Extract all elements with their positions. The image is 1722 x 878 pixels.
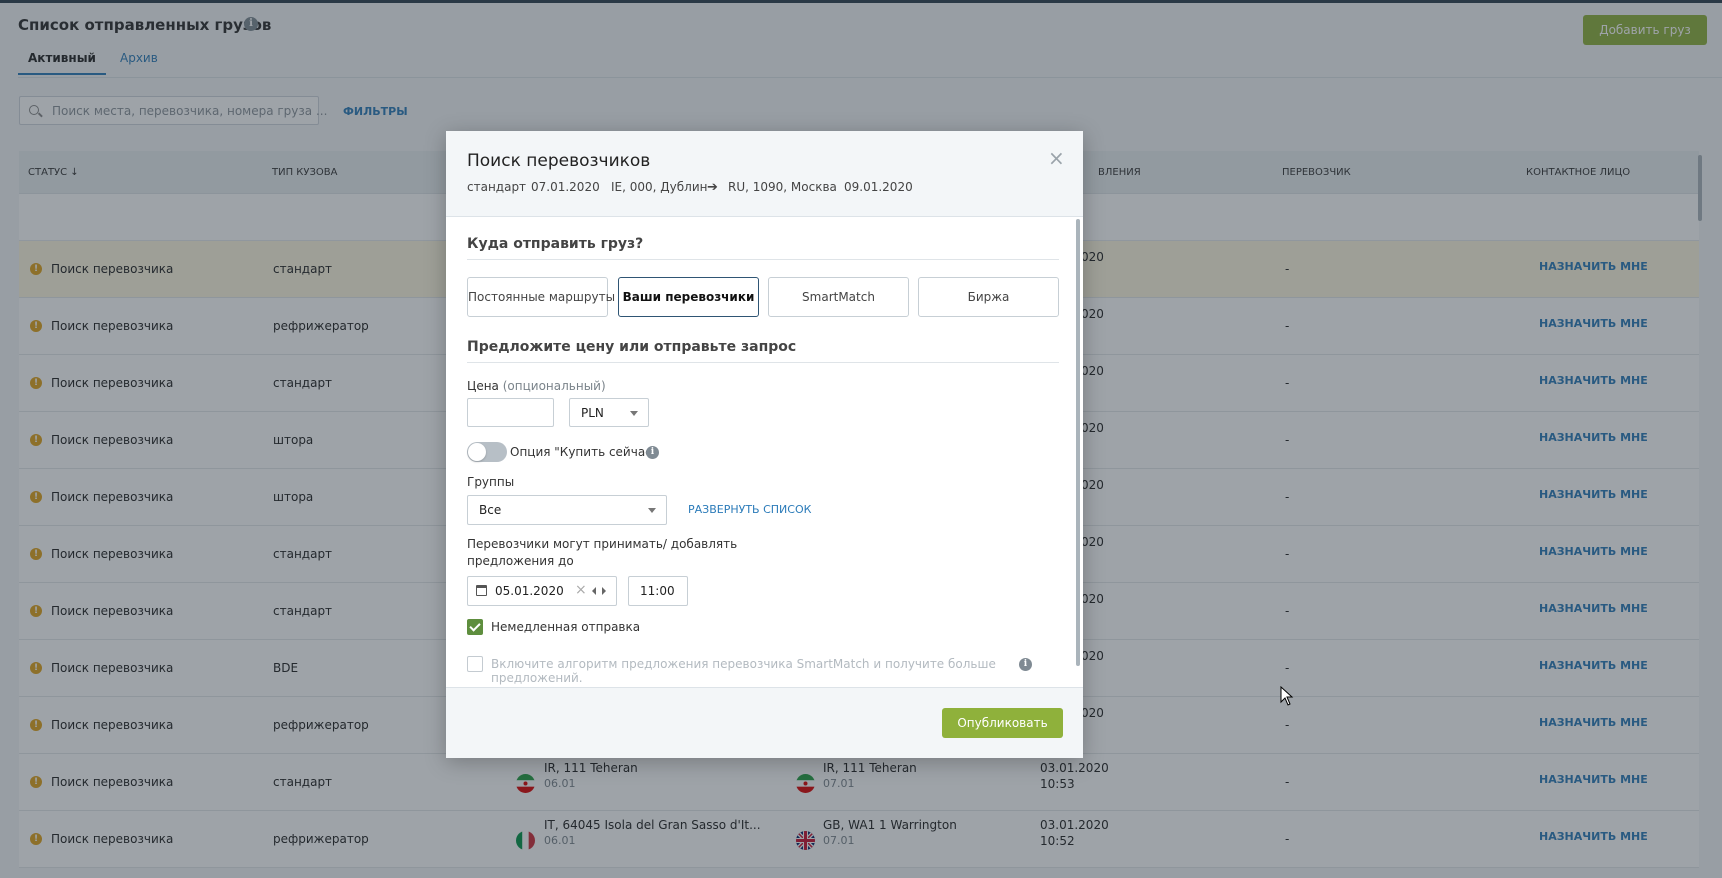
chevron-left-icon[interactable] bbox=[592, 587, 596, 595]
buy-now-label: Опция "Купить сейчас" bbox=[510, 445, 658, 459]
chevron-down-icon bbox=[630, 411, 638, 416]
buy-now-toggle[interactable] bbox=[467, 442, 507, 462]
price-optional-text: (опциональный) bbox=[502, 379, 606, 393]
target-regular-routes[interactable]: Постоянные маршруты bbox=[467, 277, 615, 317]
meta-origin: IE, 000, Дублин bbox=[611, 180, 708, 194]
deadline-date-value: 05.01.2020 bbox=[495, 584, 564, 598]
expand-list-link[interactable]: РАЗВЕРНУТЬ СПИСОК bbox=[688, 503, 811, 516]
meta-date-to: 09.01.2020 bbox=[844, 180, 913, 194]
deadline-date-input[interactable]: 05.01.2020 × bbox=[467, 576, 617, 606]
modal-footer: Опубликовать bbox=[446, 687, 1083, 758]
deadline-label-line2: предложения до bbox=[467, 554, 574, 568]
publish-button[interactable]: Опубликовать bbox=[942, 708, 1063, 738]
price-input[interactable] bbox=[467, 398, 554, 427]
price-label: Цена (опциональный) bbox=[467, 379, 606, 393]
section-send-to-title: Куда отправить груз? bbox=[467, 236, 644, 252]
currency-value: PLN bbox=[581, 406, 604, 420]
modal-body: Куда отправить груз? Постоянные маршруты… bbox=[446, 217, 1083, 687]
calendar-icon bbox=[476, 585, 487, 596]
groups-label: Группы bbox=[467, 475, 515, 489]
close-icon[interactable]: × bbox=[1048, 148, 1065, 168]
deadline-label-line1: Перевозчики могут принимать/ добавлять bbox=[467, 537, 738, 551]
meta-destination: RU, 1090, Москва bbox=[728, 180, 837, 194]
modal-title: Поиск перевозчиков bbox=[467, 151, 651, 171]
section-price-title: Предложите цену или отправьте запрос bbox=[467, 339, 797, 355]
smartmatch-checkbox[interactable] bbox=[467, 656, 483, 672]
immediate-send-checkbox[interactable] bbox=[467, 619, 483, 635]
immediate-send-label: Немедленная отправка bbox=[491, 620, 641, 634]
currency-select[interactable]: PLN bbox=[569, 398, 649, 427]
groups-value: Все bbox=[479, 503, 502, 517]
target-your-carriers[interactable]: Ваши перевозчики bbox=[618, 277, 759, 317]
info-icon[interactable]: i bbox=[646, 446, 659, 459]
target-exchange[interactable]: Биржа bbox=[918, 277, 1059, 317]
info-icon[interactable]: i bbox=[1019, 658, 1032, 671]
deadline-time-value: 11:00 bbox=[640, 584, 675, 598]
groups-select[interactable]: Все bbox=[467, 495, 667, 525]
clear-icon[interactable]: × bbox=[575, 582, 587, 598]
smartmatch-label: Включите алгоритм предложения перевозчик… bbox=[491, 657, 996, 685]
mouse-cursor-icon bbox=[1280, 686, 1294, 706]
chevron-down-icon bbox=[648, 508, 656, 513]
modal-header: Поиск перевозчиков × стандарт 07.01.2020… bbox=[446, 131, 1083, 217]
carrier-search-modal: Поиск перевозчиков × стандарт 07.01.2020… bbox=[446, 131, 1083, 758]
toggle-knob bbox=[468, 443, 486, 461]
chevron-right-icon[interactable] bbox=[602, 587, 606, 595]
section-divider bbox=[467, 362, 1059, 363]
meta-body-type: стандарт bbox=[467, 180, 527, 194]
section-divider bbox=[467, 259, 1059, 260]
target-smartmatch[interactable]: SmartMatch bbox=[768, 277, 909, 317]
arrow-right-icon: ➔ bbox=[707, 180, 718, 195]
modal-scrollbar[interactable] bbox=[1076, 219, 1080, 666]
meta-date-from: 07.01.2020 bbox=[531, 180, 600, 194]
price-label-text: Цена bbox=[467, 379, 499, 393]
deadline-time-input[interactable]: 11:00 bbox=[628, 576, 688, 606]
